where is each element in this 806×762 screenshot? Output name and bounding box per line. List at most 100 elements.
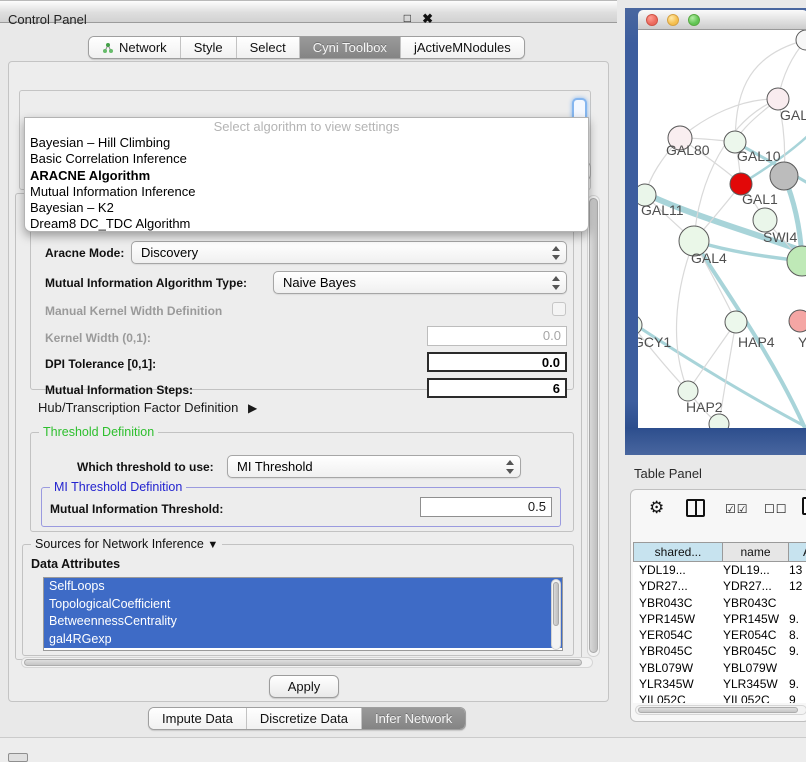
mi-type-combo[interactable]: Naive Bayes	[273, 271, 567, 294]
network-node-hap2[interactable]	[678, 381, 698, 401]
table-cell: YDR27...	[633, 578, 717, 594]
select-all-checkboxes-icon[interactable]: ☑☑	[725, 502, 749, 516]
network-node[interactable]	[796, 30, 806, 50]
cyni-algorithm-settings-group: Cyni Algorithm Settings Algorithm Defini…	[15, 193, 582, 660]
table-cell: YBL079W	[717, 660, 783, 676]
table-row[interactable]: YBR043CYBR043C	[633, 595, 806, 611]
column-header-shared-name[interactable]: shared...	[633, 542, 723, 562]
table-cell: YBL079W	[633, 660, 717, 676]
table-row[interactable]: YPR145WYPR145W9.	[633, 611, 806, 627]
table-row[interactable]: YIL052CYIL052C9	[633, 692, 806, 703]
scrollbar-thumb[interactable]	[553, 582, 559, 626]
algorithm-option[interactable]: Basic Correlation Inference	[25, 151, 588, 167]
table-cell: YDL19...	[633, 562, 717, 578]
scrollbar-thumb[interactable]	[638, 707, 798, 713]
tab-discretize-data-label: Discretize Data	[260, 711, 348, 726]
data-attribute-item[interactable]: gal4RGexp	[44, 631, 562, 649]
mi-type-label: Mutual Information Algorithm Type:	[45, 276, 247, 290]
table-row[interactable]: YBR045CYBR045C9.	[633, 643, 806, 659]
algorithm-definition-group: Algorithm Definition Aracne Mode: Discov…	[30, 218, 574, 390]
table-row[interactable]: YER054CYER054C8.	[633, 627, 806, 643]
network-canvas[interactable]: GALGAL80GAL10GAL1GAL11SWI4GAL4GCY1HAP4YH…	[638, 30, 806, 428]
manual-kernel-checkbox[interactable]	[552, 302, 566, 316]
table-row[interactable]: YDL19...YDL19...13	[633, 562, 806, 578]
network-node[interactable]	[770, 162, 798, 190]
aracne-mode-combo[interactable]: Discovery	[131, 241, 567, 264]
float-panel-icon[interactable]: □	[404, 11, 411, 25]
tab-jactivemnodules[interactable]: jActiveMNodules	[401, 37, 524, 58]
dpi-tolerance-label: DPI Tolerance [0,1]:	[45, 357, 156, 371]
zoom-window-icon[interactable]	[688, 14, 700, 26]
close-window-icon[interactable]	[646, 14, 658, 26]
expanded-arrow-icon[interactable]: ▼	[207, 539, 218, 551]
tab-discretize-data[interactable]: Discretize Data	[247, 708, 362, 729]
tab-cyni-toolbox[interactable]: Cyni Toolbox	[300, 37, 401, 58]
scrollbar-thumb[interactable]	[589, 198, 598, 653]
data-attribute-item[interactable]: SelfLoops	[44, 578, 562, 596]
network-window-titlebar[interactable]	[638, 10, 806, 30]
table-cell: YBR043C	[717, 595, 783, 611]
hub-definition-toggle[interactable]: Hub/Transcription Factor Definition ▶	[38, 400, 257, 415]
network-node-hap4[interactable]	[725, 311, 747, 333]
column-header-partial[interactable]: A	[789, 542, 806, 562]
algorithm-option[interactable]: Bayesian – Hill Climbing	[25, 135, 588, 151]
algorithm-option[interactable]: Mutual Information Inference	[25, 184, 588, 200]
table-row[interactable]: YDR27...YDR27...12	[633, 578, 806, 594]
node-label-hap2: HAP2	[686, 399, 723, 415]
attribute-list-scrollbar[interactable]	[551, 579, 561, 650]
table-panel-title: Table Panel	[634, 466, 702, 481]
table-horizontal-scrollbar[interactable]	[635, 705, 806, 715]
tab-style[interactable]: Style	[181, 37, 237, 58]
mi-steps-field[interactable]: 6	[427, 378, 567, 398]
node-label-y: Y	[798, 334, 806, 350]
tab-infer-network[interactable]: Infer Network	[362, 708, 465, 729]
network-node[interactable]	[787, 246, 806, 276]
table-cell: YER054C	[633, 627, 717, 643]
data-attributes-label: Data Attributes	[31, 557, 120, 571]
node-label-gal80: GAL80	[666, 142, 710, 158]
minimized-panel-button[interactable]	[8, 753, 28, 762]
cyni-toolbox-panel: Cyni Algorithm Settings Algorithm Defini…	[8, 61, 609, 702]
deselect-all-checkboxes-icon[interactable]: ☐☐	[764, 502, 788, 516]
combo-stepper-icon	[552, 276, 561, 290]
data-attribute-item[interactable]: TopologicalCoefficient	[44, 596, 562, 614]
scrollbar-thumb[interactable]	[24, 659, 582, 666]
apply-button[interactable]: Apply	[269, 675, 339, 698]
algorithm-option[interactable]: ARACNE Algorithm	[25, 168, 588, 184]
mi-threshold-label: Mutual Information Threshold:	[50, 502, 223, 516]
table-row[interactable]: YBL079WYBL079W	[633, 660, 806, 676]
mi-threshold-field[interactable]: 0.5	[420, 497, 552, 517]
column-header-name[interactable]: name	[723, 542, 789, 562]
table-header: shared... name A	[633, 542, 806, 562]
close-panel-icon[interactable]: ✖	[422, 11, 433, 27]
document-icon[interactable]	[802, 497, 806, 515]
network-edge[interactable]	[688, 322, 736, 391]
data-attributes-list[interactable]: SelfLoopsTopologicalCoefficientBetweenne…	[43, 577, 563, 651]
which-threshold-combo[interactable]: MI Threshold	[227, 455, 521, 478]
network-node-gcy1[interactable]	[638, 315, 642, 335]
table-row[interactable]: YLR345WYLR345W9.	[633, 676, 806, 692]
table-cell: 9.	[783, 643, 806, 659]
node-label-gal4: GAL4	[691, 250, 727, 266]
tab-select[interactable]: Select	[237, 37, 300, 58]
table-body[interactable]: YDL19...YDL19...13YDR27...YDR27...12YBR0…	[633, 562, 806, 703]
network-node-y[interactable]	[789, 310, 806, 332]
minimize-window-icon[interactable]	[667, 14, 679, 26]
network-node[interactable]	[709, 414, 729, 428]
tab-select-label: Select	[250, 40, 286, 55]
algorithm-option[interactable]: Bayesian – K2	[25, 200, 588, 216]
settings-horizontal-scrollbar[interactable]	[21, 657, 593, 668]
settings-vertical-scrollbar[interactable]	[587, 195, 600, 657]
table-cell: YIL052C	[717, 692, 783, 703]
manual-kernel-label: Manual Kernel Width Definition	[45, 304, 222, 318]
network-edge[interactable]	[680, 99, 778, 138]
data-attribute-item[interactable]: BetweennessCentrality	[44, 613, 562, 631]
algorithm-option[interactable]: Dream8 DC_TDC Algorithm	[25, 216, 588, 232]
gear-icon[interactable]: ⚙	[649, 498, 664, 518]
dpi-tolerance-field[interactable]: 0.0	[427, 352, 567, 372]
tab-impute-data[interactable]: Impute Data	[149, 708, 247, 729]
table-cell	[783, 595, 806, 611]
split-view-icon[interactable]	[686, 499, 705, 517]
sources-title: Sources for Network Inference ▼	[31, 537, 222, 551]
tab-network[interactable]: Network	[89, 37, 181, 58]
